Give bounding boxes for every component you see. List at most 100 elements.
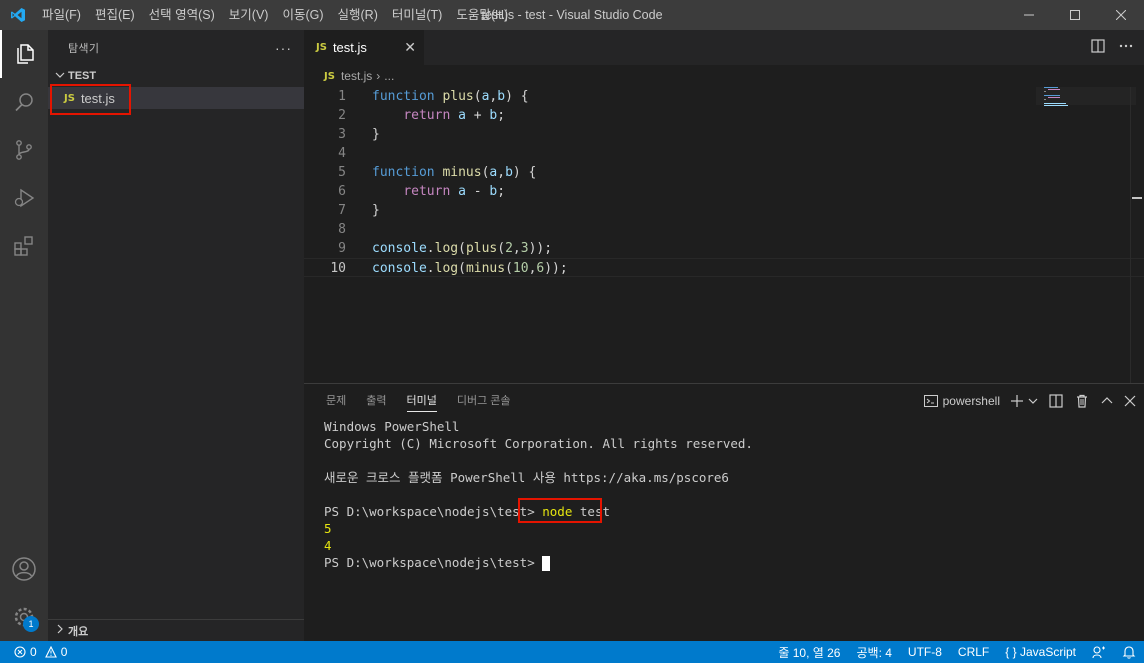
language-mode[interactable]: { } JavaScript: [1005, 645, 1076, 659]
braces-icon: { }: [1005, 645, 1017, 659]
feedback-icon[interactable]: [1092, 645, 1106, 659]
add-terminal-icon[interactable]: [1010, 394, 1024, 408]
code-line: 3}: [304, 125, 1144, 144]
problems-status[interactable]: 0 0: [0, 645, 67, 659]
menu-go[interactable]: 이동(G): [275, 0, 330, 30]
line-number: 6: [338, 184, 346, 199]
minimize-icon: [1024, 14, 1034, 16]
close-tab-icon[interactable]: ✕: [404, 39, 416, 56]
outline-section[interactable]: 개요: [48, 619, 304, 641]
close-panel-icon[interactable]: [1124, 395, 1136, 407]
cursor-marker: [1132, 197, 1142, 199]
status-right: 줄 10, 열 26 공백: 4 UTF-8 CRLF { } JavaScri…: [778, 641, 1136, 663]
code-line: 1 function plus(a,b) {: [304, 87, 1144, 106]
line-number: 7: [338, 203, 346, 218]
close-window-button[interactable]: [1098, 0, 1144, 30]
menu-view[interactable]: 보기(V): [222, 0, 276, 30]
sidebar-header: 탐색기 ···: [48, 30, 304, 65]
breadcrumb: JS test.js › ...: [304, 65, 1144, 87]
tab-debug-console[interactable]: 디버그 콘솔: [447, 384, 521, 419]
editor-tabs: JS test.js ✕: [304, 30, 1144, 65]
chevron-up-icon[interactable]: [1100, 394, 1114, 408]
more-actions-icon[interactable]: [1118, 38, 1134, 54]
source-control-button[interactable]: [0, 126, 48, 174]
tab-output[interactable]: 출력: [356, 384, 396, 419]
explorer-button[interactable]: [0, 30, 48, 78]
activity-bar: 1: [0, 30, 48, 641]
maximize-button[interactable]: [1052, 0, 1098, 30]
editor-area: JS test.js ✕ JS test.js › ... 1 function …: [304, 30, 1144, 383]
warning-count: 0: [60, 645, 68, 659]
terminal-selector[interactable]: powershell: [923, 393, 1000, 409]
extensions-button[interactable]: [0, 222, 48, 270]
search-button[interactable]: [0, 78, 48, 126]
more-actions-icon[interactable]: ···: [275, 40, 292, 56]
code-line-current: 10 console.log(minus(10,6));: [304, 258, 1144, 277]
maximize-icon: [1070, 10, 1080, 20]
debug-icon: [14, 188, 35, 208]
explorer-sidebar: 탐색기 ··· TEST JS test.js 개요: [48, 30, 304, 641]
indentation[interactable]: 공백: 4: [856, 644, 891, 661]
minimap[interactable]: [1042, 85, 1102, 109]
menu-help[interactable]: 도움말(H): [449, 0, 515, 30]
menu-selection[interactable]: 선택 영역(S): [142, 0, 222, 30]
terminal-line: Copyright (C) Microsoft Corporation. All…: [324, 436, 753, 451]
code-line: 5 function minus(a,b) {: [304, 163, 1144, 182]
code-line: 6 return a - b;: [304, 182, 1144, 201]
menu-terminal[interactable]: 터미널(T): [385, 0, 449, 30]
terminal-prompt: PS D:\workspace\nodejs\test>: [324, 555, 535, 570]
accounts-button[interactable]: [0, 545, 48, 593]
bell-icon[interactable]: [1122, 645, 1136, 659]
code-line: 7}: [304, 201, 1144, 220]
run-debug-button[interactable]: [0, 174, 48, 222]
tab-test-js[interactable]: JS test.js ✕: [304, 30, 424, 65]
files-icon: [17, 44, 34, 64]
tab-problems[interactable]: 문제: [316, 384, 356, 419]
chevron-down-icon: [52, 70, 68, 83]
breadcrumb-file[interactable]: test.js: [341, 69, 372, 83]
js-file-icon: JS: [324, 70, 335, 82]
code-editor[interactable]: 1 function plus(a,b) { 2 return a + b; 3}…: [304, 87, 1144, 277]
terminal-line: 새로운 크로스 플랫폼 PowerShell 사용 https://aka.ms…: [324, 470, 729, 485]
split-terminal-icon[interactable]: [1048, 393, 1064, 409]
terminal-icon: [923, 395, 938, 407]
vertical-scrollbar[interactable]: [1130, 87, 1144, 383]
breadcrumb-rest[interactable]: ...: [384, 69, 394, 83]
outline-label: 개요: [68, 625, 89, 638]
terminal-line: Windows PowerShell: [324, 419, 460, 434]
menu-edit[interactable]: 편집(E): [88, 0, 142, 30]
title-bar: 파일(F) 편집(E) 선택 영역(S) 보기(V) 이동(G) 실행(R) 터…: [0, 0, 1144, 30]
terminal-output-line: 4: [324, 538, 332, 553]
line-number: 1: [338, 89, 346, 104]
error-count: 0: [30, 645, 37, 659]
encoding[interactable]: UTF-8: [908, 645, 942, 659]
vscode-logo-icon: [0, 0, 35, 30]
cursor-position[interactable]: 줄 10, 열 26: [778, 644, 840, 661]
line-number: 8: [338, 222, 346, 237]
split-editor-icon[interactable]: [1090, 38, 1106, 54]
account-icon: [12, 557, 36, 581]
terminal-output[interactable]: Windows PowerShell Copyright (C) Microso…: [324, 418, 753, 571]
terminal-prompt: PS D:\workspace\nodejs\test>: [324, 504, 535, 519]
menu-run[interactable]: 실행(R): [331, 0, 385, 30]
minimize-button[interactable]: [1006, 0, 1052, 30]
code-line: 8: [304, 220, 1144, 239]
trash-icon[interactable]: [1074, 393, 1090, 409]
sidebar-title: 탐색기: [68, 42, 100, 55]
bottom-panel: 문제 출력 터미널 디버그 콘솔 powershell Windows Powe…: [304, 383, 1144, 641]
tab-label: test.js: [332, 40, 367, 55]
warning-icon: [44, 646, 57, 658]
breadcrumb-separator: ›: [376, 69, 381, 83]
close-icon: [1116, 10, 1126, 20]
search-icon: [15, 93, 33, 112]
tab-terminal[interactable]: 터미널: [397, 384, 447, 419]
chevron-right-icon: [52, 624, 68, 637]
menu-file[interactable]: 파일(F): [35, 0, 88, 30]
terminal-cursor: [542, 556, 551, 571]
chevron-down-icon[interactable]: [1028, 396, 1038, 406]
panel-actions: powershell: [923, 393, 1136, 409]
manage-button[interactable]: 1: [0, 593, 48, 641]
line-number: 9: [338, 241, 346, 256]
end-of-line[interactable]: CRLF: [958, 645, 989, 659]
